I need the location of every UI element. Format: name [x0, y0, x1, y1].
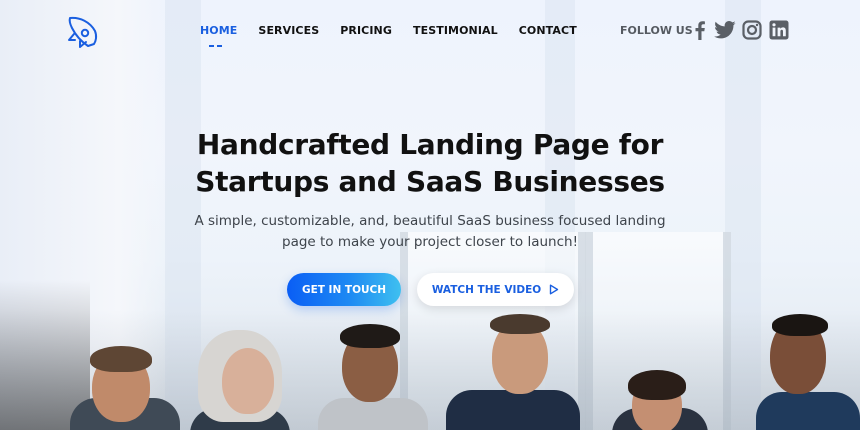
team-photo — [0, 0, 860, 430]
hero-section: HOME SERVICES PRICING TESTIMONIAL CONTAC… — [0, 0, 860, 430]
